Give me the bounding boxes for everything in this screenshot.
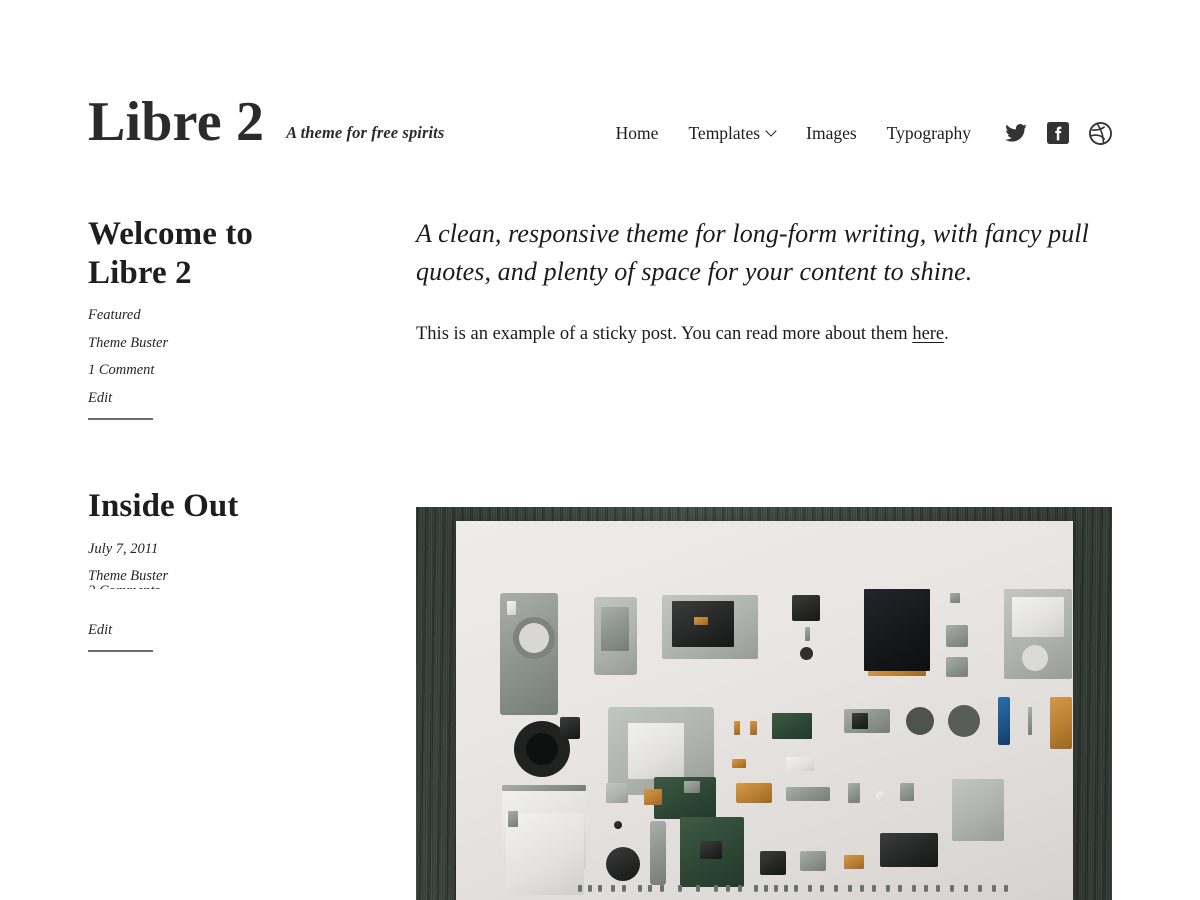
sticky-post-link[interactable]: here	[912, 324, 944, 344]
camera-parts-layout	[456, 521, 1073, 900]
post-featured-image[interactable]	[416, 507, 1112, 900]
main-navigation: Home Templates Images Typography	[616, 121, 1112, 145]
body-text-after-link: .	[944, 324, 949, 345]
post-date[interactable]: July 7, 2011	[88, 542, 378, 557]
screw-row	[456, 880, 1073, 892]
post-comment-count[interactable]: 1 Comment	[88, 363, 378, 378]
nav-item-templates[interactable]: Templates	[673, 123, 791, 144]
twitter-link[interactable]	[1004, 121, 1028, 145]
page-root: Libre 2 A theme for free spirits Home Te…	[0, 0, 1200, 900]
post-meta-column: Welcome to Libre 2 Featured Theme Buster…	[88, 215, 378, 421]
site-header: Libre 2 A theme for free spirits Home Te…	[88, 78, 1112, 150]
site-tagline: A theme for free spirits	[286, 123, 445, 142]
facebook-icon	[1047, 122, 1069, 144]
meta-divider	[88, 418, 153, 421]
body-text-before-link: This is an example of a sticky post. You…	[416, 324, 913, 345]
meta-divider	[88, 650, 153, 653]
twitter-icon	[1005, 124, 1027, 142]
paper-backdrop	[456, 521, 1073, 900]
post-meta-list: Featured Theme Buster 1 Comment Edit	[88, 308, 378, 405]
post-category[interactable]: Featured	[88, 308, 378, 323]
site-title[interactable]: Libre 2	[88, 94, 264, 150]
post-author[interactable]: Theme Buster	[88, 336, 378, 351]
post-content: A clean, responsive theme for long-form …	[416, 215, 1112, 350]
post-edit-link[interactable]: Edit	[88, 623, 378, 638]
nav-item-label: Typography	[886, 122, 971, 143]
post-title[interactable]: Inside Out	[88, 487, 378, 526]
post-title[interactable]: Welcome to Libre 2	[88, 215, 303, 292]
social-links	[1004, 121, 1112, 145]
post-lead-paragraph: A clean, responsive theme for long-form …	[416, 219, 1089, 287]
post-meta-list: July 7, 2011 Theme Buster 2 Comments Edi…	[88, 542, 378, 638]
post-edit-link[interactable]: Edit	[88, 391, 378, 406]
post-body-paragraph: This is an example of a sticky post. You…	[416, 320, 1112, 350]
dribbble-icon	[1088, 121, 1112, 145]
nav-item-images[interactable]: Images	[791, 123, 872, 144]
site-branding: Libre 2 A theme for free spirits	[88, 94, 444, 150]
post-meta-column: Inside Out July 7, 2011 Theme Buster 2 C…	[88, 487, 378, 653]
post-author[interactable]: Theme Buster	[88, 569, 378, 584]
post-comment-count[interactable]: 2 Comments	[88, 584, 378, 589]
nav-item-home[interactable]: Home	[616, 123, 674, 144]
dribbble-link[interactable]	[1088, 121, 1112, 145]
nav-item-label: Images	[806, 122, 857, 143]
nav-item-label: Templates	[688, 122, 761, 143]
facebook-link[interactable]	[1046, 121, 1070, 145]
chevron-down-icon	[767, 127, 776, 136]
nav-item-typography[interactable]: Typography	[872, 123, 986, 144]
nav-item-label: Home	[615, 122, 659, 143]
